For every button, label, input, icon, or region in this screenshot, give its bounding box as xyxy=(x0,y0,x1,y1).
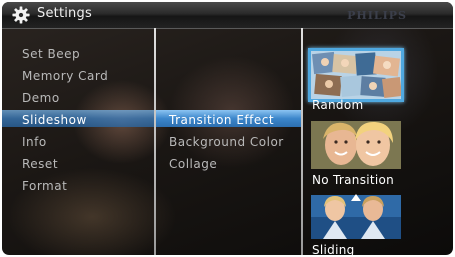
settings-menu: Set Beep Memory Card Demo Slideshow Info… xyxy=(22,44,108,198)
random-collage-thumbnail[interactable] xyxy=(308,48,404,102)
column-divider xyxy=(154,28,156,255)
menu-item-format[interactable]: Format xyxy=(22,176,108,198)
scroll-up-arrow-icon[interactable] xyxy=(351,194,361,201)
submenu-item-transition-effect[interactable]: Transition Effect xyxy=(169,110,284,132)
option-label-random[interactable]: Random xyxy=(312,98,363,112)
sliding-thumbnail[interactable] xyxy=(311,195,401,239)
submenu-item-background-color[interactable]: Background Color xyxy=(169,132,284,154)
option-label-sliding[interactable]: Sliding xyxy=(312,243,355,255)
menu-item-slideshow[interactable]: Slideshow xyxy=(22,110,108,132)
collage-image xyxy=(311,51,401,99)
settings-header: Settings PHILIPS xyxy=(2,2,453,29)
sliding-image xyxy=(311,195,401,239)
submenu-item-collage[interactable]: Collage xyxy=(169,154,284,176)
slideshow-submenu: Transition Effect Background Color Colla… xyxy=(169,44,284,176)
portrait-thumbnail[interactable] xyxy=(311,121,401,169)
gear-icon xyxy=(12,6,30,24)
portrait-image xyxy=(311,121,401,169)
menu-item-set-beep[interactable]: Set Beep xyxy=(22,44,108,66)
option-label-no-transition[interactable]: No Transition xyxy=(312,173,394,187)
menu-item-info[interactable]: Info xyxy=(22,132,108,154)
menu-item-reset[interactable]: Reset xyxy=(22,154,108,176)
photo-frame-screen: Settings PHILIPS Set Beep Memory Card De… xyxy=(2,2,453,255)
brand-logo: PHILIPS xyxy=(347,9,407,22)
menu-item-memory-card[interactable]: Memory Card xyxy=(22,66,108,88)
menu-item-demo[interactable]: Demo xyxy=(22,88,108,110)
page-title: Settings xyxy=(37,6,92,21)
column-divider xyxy=(301,28,303,255)
